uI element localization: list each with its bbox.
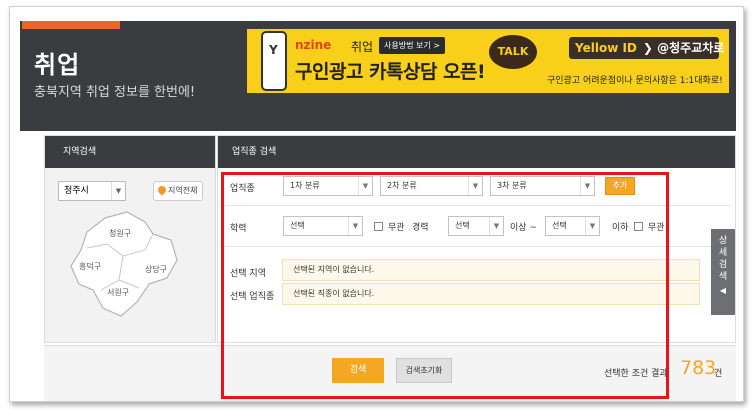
ad-banner[interactable]: Y nzine 취업 사용방법 보기 > 구인광고 카톡상담 오픈! TALK … <box>247 29 729 93</box>
talk-icon: TALK <box>489 35 537 69</box>
page-header: 취업 충북지역 취업 정보를 한번에! Y nzine 취업 사용방법 보기 >… <box>20 21 736 131</box>
job-search-heading: 업직종 검색 <box>218 136 735 168</box>
all-region-button[interactable]: 지역전체 <box>153 181 203 201</box>
page-subtitle: 충북지역 취업 정보를 한번에! <box>34 85 196 100</box>
banner-brand: 취업 <box>351 40 374 54</box>
phone-icon: Y <box>261 31 287 91</box>
page-title: 취업 <box>34 51 81 79</box>
map-label-cheongwon[interactable]: 청원구 <box>109 228 131 239</box>
yellow-id-label: Yellow ID <box>575 41 637 55</box>
map-label-sangdang[interactable]: 상당구 <box>145 264 167 275</box>
banner-guide-button[interactable]: 사용방법 보기 > <box>379 37 445 54</box>
detail-search-label: 상세검색 <box>718 236 728 282</box>
arrow-left-icon: ◀ <box>719 286 727 295</box>
region-search-panel: 지역검색 청주시 ▼ 지역전체 청원구 흥덕구 상당구 서원구 <box>44 135 216 343</box>
all-region-label: 지역전체 <box>168 186 198 195</box>
map-label-seowon[interactable]: 서원구 <box>107 287 129 298</box>
city-select[interactable]: 청주시 ▼ <box>58 181 126 201</box>
map-pin-icon <box>156 184 168 196</box>
screenshot-frame: 취업 충북지역 취업 정보를 한번에! Y nzine 취업 사용방법 보기 >… <box>9 6 744 402</box>
result-unit: 건 <box>714 369 723 379</box>
map-label-heungdeok[interactable]: 흥덕구 <box>79 261 101 272</box>
yellow-id-value: ❯ @청주교차로 <box>642 41 725 55</box>
banner-subtext: 구인광고 어려운점이나 문의사항은 1:1대화로! <box>547 76 723 86</box>
page: 취업 충북지역 취업 정보를 한번에! Y nzine 취업 사용방법 보기 >… <box>20 21 736 401</box>
result-count: 783 <box>680 357 717 379</box>
chevron-down-icon: ▼ <box>111 182 125 200</box>
detail-search-tab[interactable]: 상세검색 ◀ <box>711 229 735 315</box>
region-map[interactable] <box>53 204 203 329</box>
city-select-value: 청주시 <box>64 186 89 196</box>
accent-bar <box>22 21 120 29</box>
highlight-box <box>221 172 669 399</box>
region-search-heading: 지역검색 <box>45 136 215 168</box>
banner-yellow-id: Yellow ID ❯ @청주교차로 <box>569 37 724 59</box>
banner-headline: 구인광고 카톡상담 오픈! <box>295 61 486 83</box>
banner-logo: nzine <box>295 38 332 52</box>
